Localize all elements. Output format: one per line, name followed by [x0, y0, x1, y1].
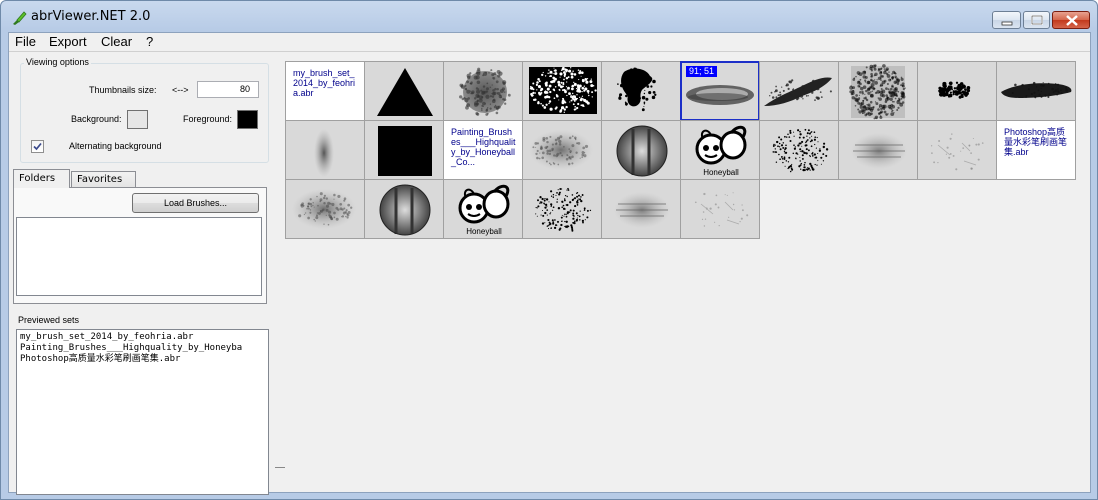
brush-thumbnail[interactable]	[917, 61, 997, 121]
brush-preview-dots-cluster	[938, 81, 971, 99]
previewed-sets-list[interactable]: my_brush_set_2014_by_feohria.abr Paintin…	[16, 329, 269, 495]
brush-preview-scatter	[772, 128, 829, 173]
brush-preview-texture	[849, 64, 906, 120]
thumbnails-size-input[interactable]: 80	[197, 81, 259, 98]
brush-set-filename: my_brush_set_2014_by_feohria.abr	[293, 68, 356, 98]
viewing-options-title: Viewing options	[24, 57, 91, 67]
brush-thumbnail[interactable]	[522, 179, 602, 239]
brush-thumbnail[interactable]	[838, 61, 918, 121]
list-item[interactable]: my_brush_set_2014_by_feohria.abr	[17, 330, 268, 343]
brush-thumbnail[interactable]	[285, 179, 365, 239]
brush-preview-cloud	[292, 189, 356, 229]
brush-set-filename-tile[interactable]: Photoshop高质量水彩笔刷画笔集.abr	[996, 120, 1076, 180]
brush-preview-blur-lines	[851, 133, 907, 169]
brush-preview-scatter	[535, 187, 592, 232]
alternating-background-checkbox[interactable]	[31, 140, 44, 153]
brush-thumbnail[interactable]	[838, 120, 918, 180]
brush-thumbnail[interactable]: 91; 51	[680, 61, 760, 121]
thumbnails-size-label: Thumbnails size:	[89, 85, 157, 95]
window-title: abrViewer.NET 2.0	[31, 9, 151, 24]
title-bar[interactable]: abrViewer.NET 2.0	[1, 1, 1097, 32]
brush-preview-cloud	[529, 130, 593, 170]
menu-help[interactable]: ?	[146, 34, 153, 49]
brush-set-filename-tile[interactable]: Painting_Brushes___Highquality_by_Honeyb…	[443, 120, 523, 180]
brush-preview-splat	[459, 67, 511, 116]
brush-preview-blur-lines	[614, 192, 670, 228]
brush-thumbnail[interactable]	[601, 61, 681, 121]
brush-set-filename: Photoshop高质量水彩笔刷画笔集.abr	[1004, 127, 1068, 157]
maximize-icon	[1031, 15, 1043, 25]
brush-thumbnail[interactable]: Honeyball	[680, 120, 760, 180]
checkmark-icon	[33, 142, 42, 151]
brush-thumbnail[interactable]	[364, 120, 444, 180]
client-area: File Export Clear ? Viewing options Thum…	[8, 32, 1091, 495]
minimize-button[interactable]	[992, 11, 1021, 29]
brush-preview-bee: Honeyball	[458, 184, 510, 236]
brush-thumbnail[interactable]	[759, 120, 839, 180]
menu-bar: File Export Clear ?	[9, 33, 1090, 51]
app-window: abrViewer.NET 2.0 File Export Clear ? Vi…	[0, 0, 1098, 500]
close-icon	[1066, 15, 1078, 26]
brush-preview-long-stroke	[1001, 81, 1072, 99]
brush-preview-circle-strokes	[616, 125, 668, 177]
brush-set-filename-tile[interactable]: my_brush_set_2014_by_feohria.abr	[285, 61, 365, 121]
previewed-sets-label: Previewed sets	[18, 315, 80, 325]
resize-arrows-label: <-->	[172, 85, 189, 95]
tab-folders[interactable]: Folders	[13, 169, 70, 188]
close-button[interactable]	[1052, 11, 1090, 29]
folder-list[interactable]	[16, 217, 262, 296]
brush-preview-soft-spot	[314, 129, 334, 177]
background-color-swatch[interactable]	[127, 110, 148, 129]
brush-thumbnail[interactable]	[364, 61, 444, 121]
list-item[interactable]: Painting_Brushes___Highquality_by_Honeyb…	[17, 343, 268, 354]
foreground-label: Foreground:	[183, 114, 233, 124]
brush-preview-faint-dots	[694, 192, 749, 227]
alternating-background-label: Alternating background	[69, 141, 162, 151]
brush-thumbnail[interactable]	[364, 179, 444, 239]
brush-thumbnail[interactable]	[522, 61, 602, 121]
brush-preview-smudge-stroke	[764, 77, 832, 106]
brush-thumbnail[interactable]: Honeyball	[443, 179, 523, 239]
brush-preview-black-square	[378, 126, 432, 176]
background-label: Background:	[71, 114, 122, 124]
svg-text:Honeyball: Honeyball	[703, 168, 739, 177]
cursor-coordinate-badge: 91; 51	[686, 66, 718, 77]
list-item[interactable]: Photoshop高质量水彩笔刷画笔集.abr	[17, 354, 268, 365]
brush-thumbnail[interactable]	[522, 120, 602, 180]
brush-thumbnail[interactable]	[285, 120, 365, 180]
brush-thumbnail[interactable]	[917, 120, 997, 180]
brush-preview-noise-rect	[529, 66, 597, 114]
foreground-color-swatch[interactable]	[237, 110, 258, 129]
maximize-button[interactable]	[1023, 11, 1050, 29]
brush-thumbnail[interactable]	[759, 61, 839, 121]
brush-thumbnail[interactable]	[601, 120, 681, 180]
brush-preview-bee: Honeyball	[695, 125, 747, 177]
menu-clear[interactable]: Clear	[101, 34, 132, 49]
brush-thumbnail[interactable]	[680, 179, 760, 239]
svg-text:Honeyball: Honeyball	[466, 227, 502, 236]
brush-thumbnail[interactable]	[443, 61, 523, 121]
brush-app-icon	[13, 11, 27, 25]
load-brushes-button[interactable]: Load Brushes...	[132, 193, 259, 213]
menu-file[interactable]: File	[15, 34, 36, 49]
brush-preview-circle-strokes	[379, 184, 431, 236]
minimize-icon	[1001, 21, 1013, 26]
brush-preview-faint-dots	[930, 133, 984, 171]
menu-divider	[9, 51, 1090, 52]
brush-preview-triangle	[377, 68, 433, 116]
brush-set-filename: Painting_Brushes___Highquality_by_Honeyb…	[451, 127, 516, 167]
splitter-handle[interactable]	[275, 467, 285, 468]
menu-export[interactable]: Export	[49, 34, 87, 49]
brush-thumbnail[interactable]	[996, 61, 1076, 121]
brush-thumbnail[interactable]	[601, 179, 681, 239]
tab-favorites[interactable]: Favorites	[71, 171, 136, 188]
brush-preview-ink-blob	[617, 67, 657, 112]
